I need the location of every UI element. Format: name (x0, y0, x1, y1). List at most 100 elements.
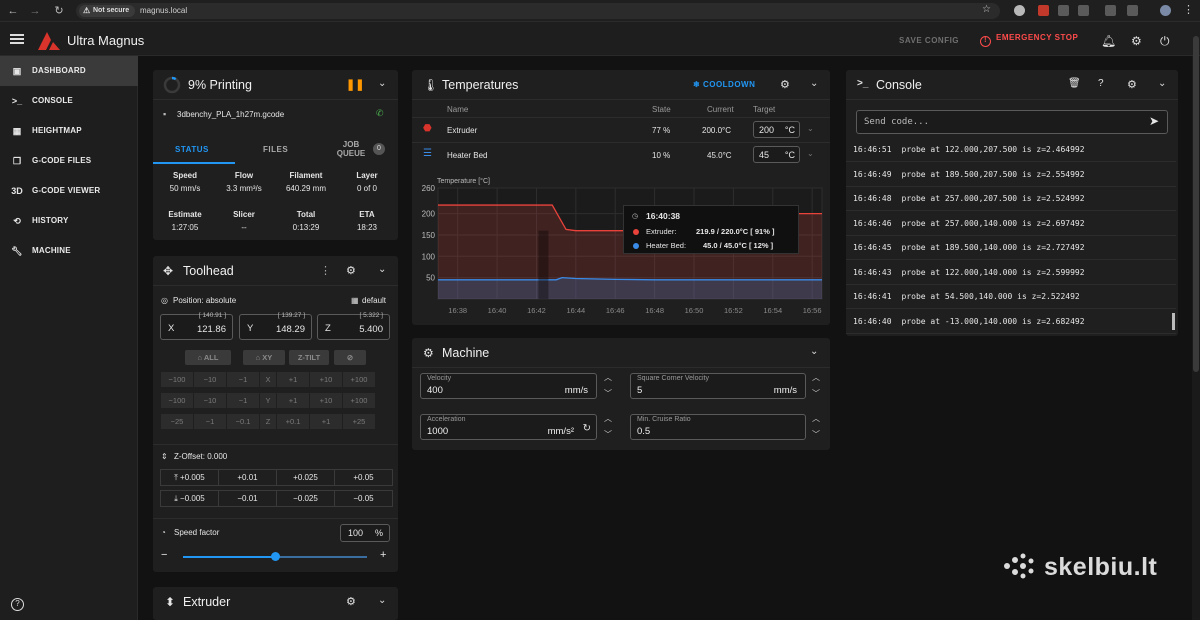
decrease-icon[interactable]: − (161, 549, 167, 561)
reset-icon[interactable]: ↻ (583, 423, 591, 434)
motors-off-button[interactable]: ⊘ (334, 350, 366, 365)
increment-icon[interactable]: ︿ (812, 413, 820, 424)
jog-button[interactable]: −1 (227, 393, 259, 408)
decrement-icon[interactable]: ﹀ (812, 388, 820, 399)
decrement-icon[interactable]: ﹀ (604, 388, 612, 399)
jog-button[interactable]: −1 (194, 414, 226, 429)
extension-icon[interactable] (1105, 5, 1116, 16)
z-offset-raise-button[interactable]: +0.025 (276, 469, 335, 486)
gear-icon[interactable]: ⚙ (780, 78, 790, 91)
z-offset-lower-button[interactable]: −0.05 (334, 490, 393, 507)
acceleration-field[interactable]: Acceleration 1000 mm/s² ↻ (420, 414, 597, 440)
z-offset-raise-button[interactable]: ⤒ +0.005 (160, 469, 219, 486)
increase-icon[interactable]: + (380, 549, 386, 561)
jog-button[interactable]: −25 (161, 414, 193, 429)
reload-icon[interactable]: ↻ (52, 4, 66, 18)
sidebar-item-gcode-files[interactable]: ❐ G-CODE FILES (0, 146, 138, 176)
home-all-button[interactable]: ⌂ ALL (185, 350, 231, 365)
jog-button[interactable]: +10 (310, 393, 342, 408)
jog-button[interactable]: +100 (343, 393, 375, 408)
extension-icon[interactable] (1014, 5, 1025, 16)
extension-icon[interactable] (1038, 5, 1049, 16)
back-icon[interactable]: ← (6, 4, 20, 18)
chevron-down-icon[interactable]: ⌄ (810, 78, 818, 89)
chevron-down-icon[interactable]: ⌄ (378, 78, 386, 89)
extensions-puzzle-icon[interactable] (1127, 5, 1138, 16)
jog-button[interactable]: +1 (277, 372, 309, 387)
z-position-field[interactable]: Z [ 5.322 ] 5.400 (317, 312, 390, 340)
security-badge[interactable]: ⚠ Not secure (79, 5, 136, 17)
jog-button[interactable]: −100 (161, 372, 193, 387)
bookmark-star-icon[interactable]: ☆ (982, 4, 991, 15)
profile-avatar[interactable] (1160, 5, 1171, 16)
chevron-down-icon[interactable]: ⌄ (810, 346, 818, 357)
help-icon[interactable]: ? (11, 598, 24, 611)
sidebar-item-console[interactable]: >_ CONSOLE (0, 86, 138, 116)
home-xy-button[interactable]: ⌂ XY (243, 350, 285, 365)
jog-button[interactable]: +1 (310, 414, 342, 429)
jog-button[interactable]: −10 (194, 393, 226, 408)
sidebar-item-machine[interactable]: 🔧︎ MACHINE (0, 236, 138, 266)
console-scrollbar[interactable] (1172, 313, 1175, 330)
pause-icon[interactable]: ❚❚ (346, 78, 364, 91)
settings-gears-icon[interactable]: ⚙ (1131, 34, 1142, 48)
gear-icon[interactable]: ⚙ (346, 264, 356, 277)
gear-icon[interactable]: ⚙ (346, 595, 356, 608)
jog-button[interactable]: +10 (310, 372, 342, 387)
tab-status[interactable]: STATUS (153, 134, 235, 164)
notifications-bell-icon[interactable]: 🔔︎ (1101, 34, 1116, 48)
increment-icon[interactable]: ︿ (604, 413, 612, 424)
sidebar-item-heightmap[interactable]: ▦ HEIGHTMAP (0, 116, 138, 146)
speed-slider-thumb[interactable] (271, 552, 280, 561)
sidebar-item-gcode-viewer[interactable]: 3D G-CODE VIEWER (0, 176, 138, 206)
y-position-field[interactable]: Y [ 139.27 ] 148.29 (239, 312, 312, 340)
jog-button[interactable]: −1 (227, 372, 259, 387)
increment-icon[interactable]: ︿ (812, 372, 820, 383)
decrement-icon[interactable]: ﹀ (604, 429, 612, 440)
z-offset-lower-button[interactable]: −0.01 (218, 490, 277, 507)
extension-icon[interactable] (1078, 5, 1089, 16)
chevron-down-icon[interactable]: ⌄ (807, 124, 814, 133)
help-icon[interactable]: ? (1098, 78, 1104, 89)
decrement-icon[interactable]: ﹀ (812, 429, 820, 440)
emergency-stop-button[interactable]: ! EMERGENCY STOP (980, 33, 1078, 47)
console-command-input[interactable]: Send code... ➤ (856, 110, 1168, 134)
min-cruise-ratio-field[interactable]: Min. Cruise Ratio 0.5 (630, 414, 806, 440)
page-scrollbar-thumb[interactable] (1193, 36, 1199, 372)
chevron-down-icon[interactable]: ⌄ (378, 264, 386, 275)
chevron-down-icon[interactable]: ⌄ (1158, 78, 1166, 89)
sidebar-item-history[interactable]: ⟲ HISTORY (0, 206, 138, 236)
gear-icon[interactable]: ⚙ (1127, 78, 1137, 91)
jog-button[interactable]: −100 (161, 393, 193, 408)
browser-menu-icon[interactable]: ⋮ (1183, 3, 1194, 16)
chevron-down-icon[interactable]: ⌄ (378, 595, 386, 606)
trash-icon[interactable]: 🗑︎ (1068, 78, 1081, 89)
velocity-field[interactable]: Velocity 400 mm/s (420, 373, 597, 399)
z-offset-lower-button[interactable]: ⤓ −0.005 (160, 490, 219, 507)
jog-button[interactable]: −0.1 (227, 414, 259, 429)
z-tilt-button[interactable]: Z-TILT (289, 350, 329, 365)
z-offset-lower-button[interactable]: −0.025 (276, 490, 335, 507)
tab-job-queue[interactable]: JOB QUEUE 0 (317, 134, 398, 164)
z-offset-raise-button[interactable]: +0.01 (218, 469, 277, 486)
jog-button[interactable]: +100 (343, 372, 375, 387)
x-position-field[interactable]: X [ 140.91 ] 121.86 (160, 312, 233, 340)
sidebar-item-dashboard[interactable]: ▣ DASHBOARD (0, 56, 138, 86)
speed-factor-input[interactable]: 100 % (340, 524, 390, 542)
extension-icon[interactable] (1058, 5, 1069, 16)
jog-button[interactable]: +1 (277, 393, 309, 408)
square-corner-velocity-field[interactable]: Square Corner Velocity 5 mm/s (630, 373, 806, 399)
address-bar[interactable]: ⚠ Not secure magnus.local ☆ (76, 3, 1000, 19)
cooldown-button[interactable]: ❄ COOLDOWN (693, 80, 755, 89)
z-offset-raise-button[interactable]: +0.05 (334, 469, 393, 486)
jog-button[interactable]: +0.1 (277, 414, 309, 429)
hamburger-menu-icon[interactable] (10, 34, 24, 44)
chevron-down-icon[interactable]: ⌄ (807, 149, 814, 158)
tab-files[interactable]: FILES (235, 134, 317, 164)
bed-target-input[interactable]: 45 °C (753, 146, 800, 163)
jog-button[interactable]: +25 (343, 414, 375, 429)
save-config-button[interactable]: SAVE CONFIG (899, 36, 959, 45)
extruder-target-input[interactable]: 200 °C (753, 121, 800, 138)
more-vert-icon[interactable]: ⋮ (320, 264, 331, 277)
increment-icon[interactable]: ︿ (604, 372, 612, 383)
